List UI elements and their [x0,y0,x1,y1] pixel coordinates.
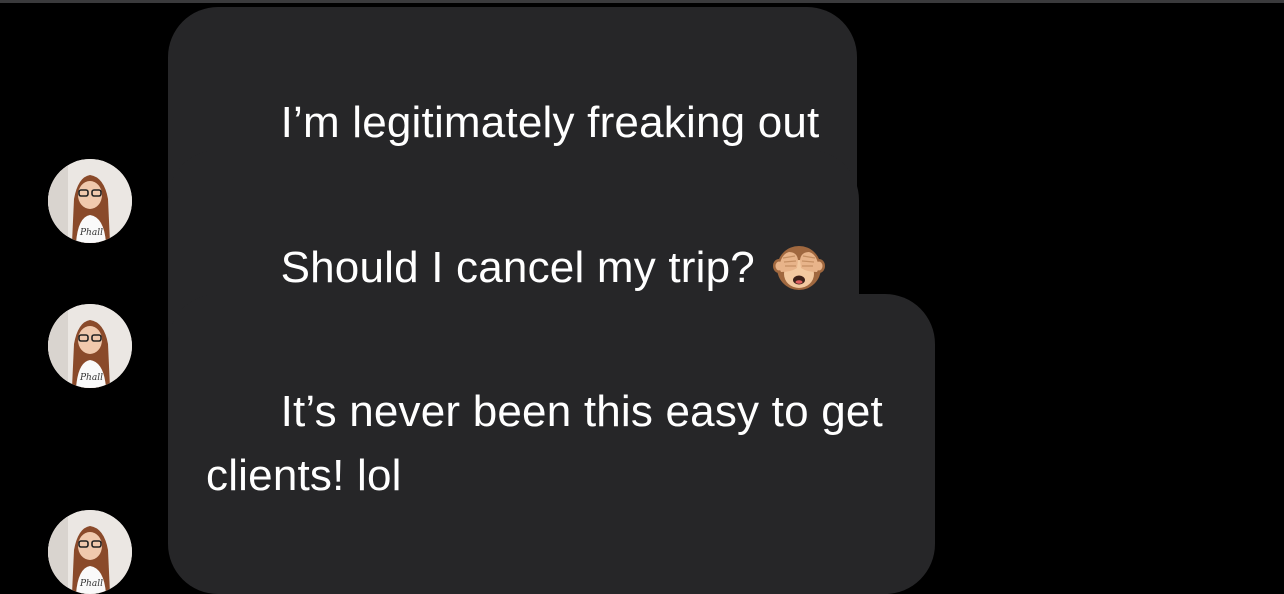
message-row: Phall It’s never been this easy to get c… [48,294,935,594]
avatar-photo-icon: Phall [48,510,132,594]
message-bubble[interactable]: It’s never been this easy to get clients… [168,294,935,594]
message-text: It’s never been this easy to get clients… [206,387,883,500]
message-text: Should I cancel my trip? [280,243,755,292]
avatar[interactable]: Phall [48,510,132,594]
message-text: I’m legitimately freaking out [280,98,820,147]
message-thread: Phall I’m legitimately freaking out Phal… [0,0,1284,594]
see-no-evil-monkey-icon [771,238,827,294]
svg-text:Phall: Phall [79,579,103,589]
